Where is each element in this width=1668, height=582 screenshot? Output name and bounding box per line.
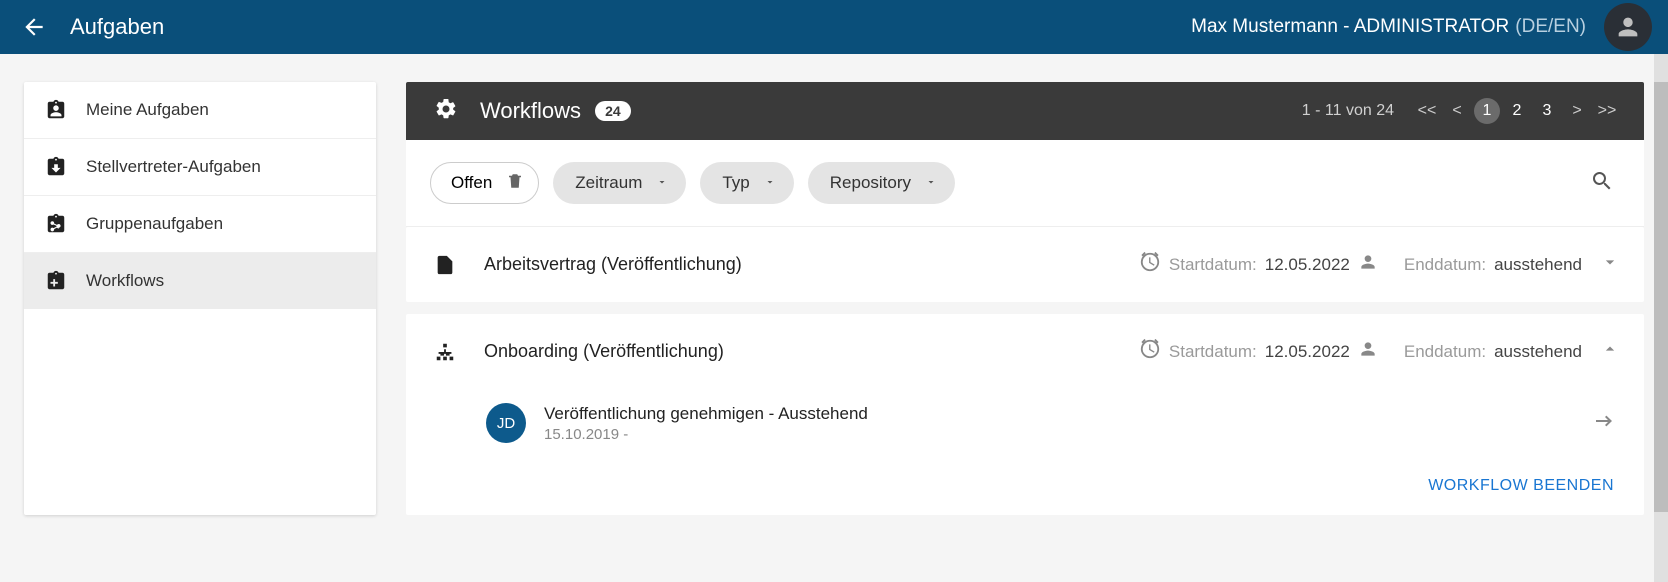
filter-chip-open[interactable]: Offen — [430, 162, 539, 204]
dropdown-icon — [656, 173, 668, 193]
dropdown-icon — [764, 173, 776, 193]
end-value: ausstehend — [1494, 342, 1582, 362]
workflow-meta: Startdatum: 12.05.2022 Enddatum: aussteh… — [1139, 338, 1620, 365]
filter-zeitraum-label: Zeitraum — [575, 173, 642, 193]
workflows-title: Workflows — [480, 98, 581, 124]
page-3[interactable]: 3 — [1534, 98, 1560, 124]
back-button[interactable] — [16, 9, 52, 45]
page-first[interactable]: << — [1414, 98, 1440, 124]
sidebar-item-my-tasks[interactable]: Meine Aufgaben — [24, 82, 376, 139]
sidebar-item-label: Workflows — [86, 271, 164, 291]
workflow-title: Arbeitsvertrag (Veröffentlichung) — [484, 254, 1139, 275]
clock-icon — [1139, 338, 1161, 365]
workflow-meta: Startdatum: 12.05.2022 Enddatum: aussteh… — [1139, 251, 1620, 278]
filter-bar: Offen Zeitraum Typ Repository — [406, 140, 1644, 227]
filter-chip-zeitraum[interactable]: Zeitraum — [553, 162, 686, 204]
workflow-row[interactable]: Onboarding (Veröffentlichung) Startdatum… — [406, 314, 1644, 389]
end-label: Enddatum: — [1404, 342, 1486, 362]
workflow-task[interactable]: JD Veröffentlichung genehmigen - Aussteh… — [406, 389, 1644, 457]
user-block[interactable]: Max Mustermann - ADMINISTRATOR (DE/EN) — [1191, 3, 1652, 51]
sidebar-item-workflows[interactable]: Workflows — [24, 253, 376, 309]
task-date: 15.10.2019 - — [544, 426, 1588, 443]
dropdown-icon — [925, 173, 937, 193]
page-title: Aufgaben — [70, 14, 1191, 40]
clipboard-down-icon — [44, 155, 68, 179]
sidebar-item-label: Stellvertreter-Aufgaben — [86, 157, 261, 177]
workflow-card: Arbeitsvertrag (Veröffentlichung) Startd… — [406, 227, 1644, 302]
task-avatar: JD — [486, 403, 526, 443]
trash-icon[interactable] — [506, 172, 524, 195]
lang-indicator: (DE/EN) — [1515, 16, 1586, 38]
page-prev[interactable]: < — [1444, 98, 1470, 124]
workflow-card: Onboarding (Veröffentlichung) Startdatum… — [406, 314, 1644, 515]
gear-icon[interactable] — [434, 97, 458, 126]
avatar[interactable] — [1604, 3, 1652, 51]
sidebar-item-delegate-tasks[interactable]: Stellvertreter-Aufgaben — [24, 139, 376, 196]
arrow-right-icon[interactable] — [1588, 405, 1620, 442]
scrollbar-thumb[interactable] — [1654, 82, 1668, 512]
start-label: Startdatum: — [1169, 255, 1257, 275]
search-icon[interactable] — [1584, 163, 1620, 204]
start-value: 12.05.2022 — [1265, 342, 1350, 362]
workflows-header: Workflows 24 1 - 11 von 24 << < 1 2 3 > … — [406, 82, 1644, 140]
scrollbar[interactable] — [1654, 54, 1668, 582]
page-2[interactable]: 2 — [1504, 98, 1530, 124]
clipboard-person-icon — [44, 98, 68, 122]
chevron-up-icon[interactable] — [1600, 339, 1620, 364]
filter-repository-label: Repository — [830, 173, 911, 193]
workflow-row[interactable]: Arbeitsvertrag (Veröffentlichung) Startd… — [406, 227, 1644, 302]
app-header: Aufgaben Max Mustermann - ADMINISTRATOR … — [0, 0, 1668, 54]
filter-open-label: Offen — [451, 173, 492, 193]
filter-chip-repository[interactable]: Repository — [808, 162, 955, 204]
filter-typ-label: Typ — [722, 173, 749, 193]
person-icon — [1614, 13, 1642, 41]
start-value: 12.05.2022 — [1265, 255, 1350, 275]
start-label: Startdatum: — [1169, 342, 1257, 362]
sidebar-item-label: Meine Aufgaben — [86, 100, 209, 120]
end-value: ausstehend — [1494, 255, 1582, 275]
clock-icon — [1139, 251, 1161, 278]
page-last[interactable]: >> — [1594, 98, 1620, 124]
workflow-actions: WORKFLOW BEENDEN — [406, 457, 1644, 515]
sidebar-item-label: Gruppenaufgaben — [86, 214, 223, 234]
sidebar: Meine Aufgaben Stellvertreter-Aufgaben G… — [24, 82, 376, 515]
task-title: Veröffentlichung genehmigen - Ausstehend — [544, 404, 1588, 424]
end-workflow-button[interactable]: WORKFLOW BEENDEN — [1428, 477, 1614, 495]
user-name: Max Mustermann - ADMINISTRATOR — [1191, 16, 1509, 38]
person-icon — [1358, 252, 1378, 277]
sidebar-item-group-tasks[interactable]: Gruppenaufgaben — [24, 196, 376, 253]
workflow-title: Onboarding (Veröffentlichung) — [484, 341, 1139, 362]
arrow-left-icon — [21, 14, 47, 40]
clipboard-plus-icon — [44, 269, 68, 293]
chevron-down-icon[interactable] — [1600, 252, 1620, 277]
document-icon — [430, 254, 460, 276]
pagination-range: 1 - 11 von 24 — [1302, 102, 1394, 120]
content-area: Workflows 24 1 - 11 von 24 << < 1 2 3 > … — [406, 82, 1644, 515]
pagination: << < 1 2 3 > >> — [1414, 98, 1620, 124]
end-label: Enddatum: — [1404, 255, 1486, 275]
sitemap-icon — [430, 341, 460, 363]
clipboard-share-icon — [44, 212, 68, 236]
filter-chip-typ[interactable]: Typ — [700, 162, 793, 204]
workflows-count-badge: 24 — [595, 101, 631, 121]
page-1[interactable]: 1 — [1474, 98, 1500, 124]
page-next[interactable]: > — [1564, 98, 1590, 124]
person-icon — [1358, 339, 1378, 364]
